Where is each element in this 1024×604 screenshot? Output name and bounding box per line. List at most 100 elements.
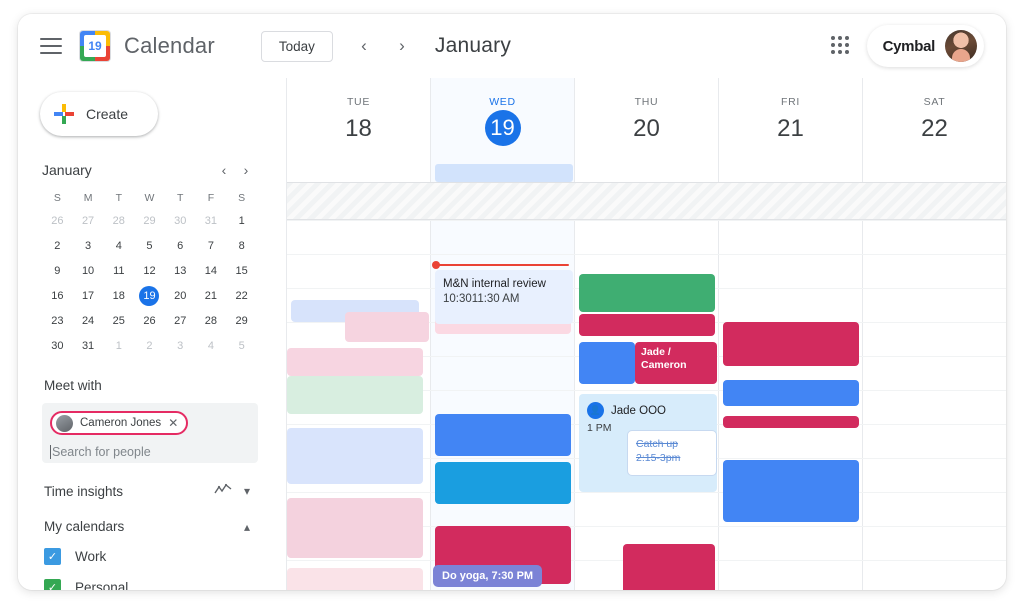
- mini-calendar-day[interactable]: 4: [103, 236, 134, 256]
- checkbox-personal[interactable]: ✓: [44, 579, 61, 590]
- event-mn-internal-review[interactable]: M&N internal review 10:3011:30 AM: [435, 270, 573, 324]
- calendar-item-personal[interactable]: ✓ Personal: [44, 579, 286, 590]
- all-day-band: [287, 182, 1006, 220]
- event-block[interactable]: [579, 314, 715, 336]
- hamburger-menu-icon[interactable]: [40, 38, 62, 54]
- event-block[interactable]: [723, 322, 859, 366]
- calendar-window: 19 Calendar Today ‹ › January Cymbal Cre…: [18, 14, 1006, 590]
- event-block[interactable]: [435, 414, 571, 456]
- mini-calendar-day[interactable]: 24: [73, 311, 104, 331]
- mini-calendar-day[interactable]: 2: [42, 236, 73, 256]
- mini-calendar-day[interactable]: 16: [42, 286, 73, 306]
- mini-calendar-day[interactable]: 21: [196, 286, 227, 306]
- event-block[interactable]: [723, 460, 859, 522]
- mini-calendar-day[interactable]: 15: [226, 261, 257, 281]
- mini-calendar-day[interactable]: 12: [134, 261, 165, 281]
- checkbox-work[interactable]: ✓: [44, 548, 61, 565]
- event-block[interactable]: [287, 376, 423, 414]
- mini-calendar-day[interactable]: 8: [226, 236, 257, 256]
- event-time: 2:15-3pm: [636, 452, 681, 464]
- mini-calendar-day[interactable]: 27: [73, 211, 104, 231]
- mini-calendar-day[interactable]: 28: [196, 311, 227, 331]
- mini-calendar-day[interactable]: 13: [165, 261, 196, 281]
- meet-with-person-chip[interactable]: Cameron Jones ✕: [50, 411, 189, 435]
- mini-calendar-day[interactable]: 4: [196, 336, 227, 356]
- mini-calendar-day[interactable]: 26: [42, 211, 73, 231]
- day-of-week-label: TUE: [346, 96, 371, 108]
- ooo-header: 👤 Jade OOO: [587, 402, 709, 419]
- mini-calendar-day[interactable]: 29: [134, 211, 165, 231]
- mini-calendar-day[interactable]: 3: [73, 236, 104, 256]
- mini-calendar-day[interactable]: 30: [165, 211, 196, 231]
- event-block[interactable]: [723, 380, 859, 406]
- mini-calendar-day[interactable]: 18: [103, 286, 134, 306]
- mini-calendar-day[interactable]: 25: [103, 311, 134, 331]
- day-number[interactable]: 18: [287, 112, 430, 146]
- mini-calendar-day[interactable]: 30: [42, 336, 73, 356]
- mini-calendar-day[interactable]: 31: [73, 336, 104, 356]
- chevron-up-icon[interactable]: ▴: [244, 520, 250, 534]
- account-pill[interactable]: Cymbal: [866, 25, 984, 67]
- create-button[interactable]: Create: [40, 92, 158, 136]
- day-number-today[interactable]: 19: [484, 110, 521, 146]
- date-nav-arrows: ‹ ›: [351, 33, 415, 59]
- chevron-down-icon[interactable]: ▾: [244, 484, 250, 498]
- mini-calendar-day[interactable]: 1: [226, 211, 257, 231]
- avatar[interactable]: [945, 30, 977, 62]
- time-insights-row[interactable]: Time insights ▾: [44, 483, 250, 499]
- event-block[interactable]: [435, 462, 571, 504]
- event-block[interactable]: [623, 544, 715, 590]
- mini-calendar-day[interactable]: 27: [165, 311, 196, 331]
- day-number[interactable]: 21: [719, 112, 862, 146]
- mini-calendar-prev-icon[interactable]: ‹: [213, 162, 235, 178]
- mini-calendar-day[interactable]: 14: [196, 261, 227, 281]
- mini-calendar-day[interactable]: 26: [134, 311, 165, 331]
- event-block[interactable]: [723, 416, 859, 428]
- mini-calendar-day[interactable]: 22: [226, 286, 257, 306]
- time-insights-label: Time insights: [44, 483, 124, 499]
- mini-calendar-day[interactable]: 5: [226, 336, 257, 356]
- event-block[interactable]: [345, 312, 429, 342]
- mini-calendar-day[interactable]: 1: [103, 336, 134, 356]
- next-period-icon[interactable]: ›: [389, 33, 415, 59]
- mini-calendar-next-icon[interactable]: ›: [235, 162, 257, 178]
- my-calendars-row[interactable]: My calendars ▴: [44, 519, 250, 534]
- mini-calendar-day[interactable]: 2: [134, 336, 165, 356]
- mini-calendar-day[interactable]: 6: [165, 236, 196, 256]
- mini-calendar-day[interactable]: 5: [134, 236, 165, 256]
- top-app-bar: 19 Calendar Today ‹ › January Cymbal: [18, 14, 1006, 78]
- calendar-item-work[interactable]: ✓ Work: [44, 548, 286, 565]
- event-jade-cameron[interactable]: Jade / Cameron: [635, 342, 717, 384]
- day-header: SAT 22: [863, 78, 1006, 146]
- mini-calendar-day[interactable]: 7: [196, 236, 227, 256]
- event-block[interactable]: [287, 498, 423, 558]
- close-icon[interactable]: ✕: [168, 416, 178, 430]
- mini-calendar-day[interactable]: 10: [73, 261, 104, 281]
- mini-calendar-day[interactable]: 17: [73, 286, 104, 306]
- event-block[interactable]: [287, 348, 423, 376]
- apps-grid-icon[interactable]: [830, 36, 851, 56]
- today-button[interactable]: Today: [260, 30, 333, 62]
- mini-calendar-day[interactable]: 3: [165, 336, 196, 356]
- mini-calendar-day[interactable]: 11: [103, 261, 134, 281]
- day-number[interactable]: 22: [863, 112, 1006, 146]
- previous-period-icon[interactable]: ‹: [351, 33, 377, 59]
- event-block[interactable]: [579, 342, 635, 384]
- chip-person-name: Cameron Jones: [80, 417, 162, 429]
- insights-chart-icon[interactable]: [214, 483, 232, 499]
- mini-calendar-day-selected[interactable]: 19: [139, 286, 160, 306]
- event-block[interactable]: [579, 274, 715, 312]
- search-for-people-input[interactable]: Search for people: [50, 444, 250, 459]
- event-block[interactable]: [287, 568, 423, 590]
- mini-calendar-day[interactable]: 23: [42, 311, 73, 331]
- day-number[interactable]: 20: [575, 112, 718, 146]
- day-header: FRI 21: [719, 78, 862, 146]
- mini-calendar-day[interactable]: 31: [196, 211, 227, 231]
- mini-calendar-day[interactable]: 29: [226, 311, 257, 331]
- event-catch-up-declined[interactable]: Catch up 2:15-3pm: [627, 430, 717, 476]
- mini-calendar-day[interactable]: 20: [165, 286, 196, 306]
- mini-calendar-day[interactable]: 9: [42, 261, 73, 281]
- event-block[interactable]: [287, 428, 423, 484]
- mini-calendar-day[interactable]: 28: [103, 211, 134, 231]
- event-do-yoga[interactable]: Do yoga, 7:30 PM: [433, 565, 543, 587]
